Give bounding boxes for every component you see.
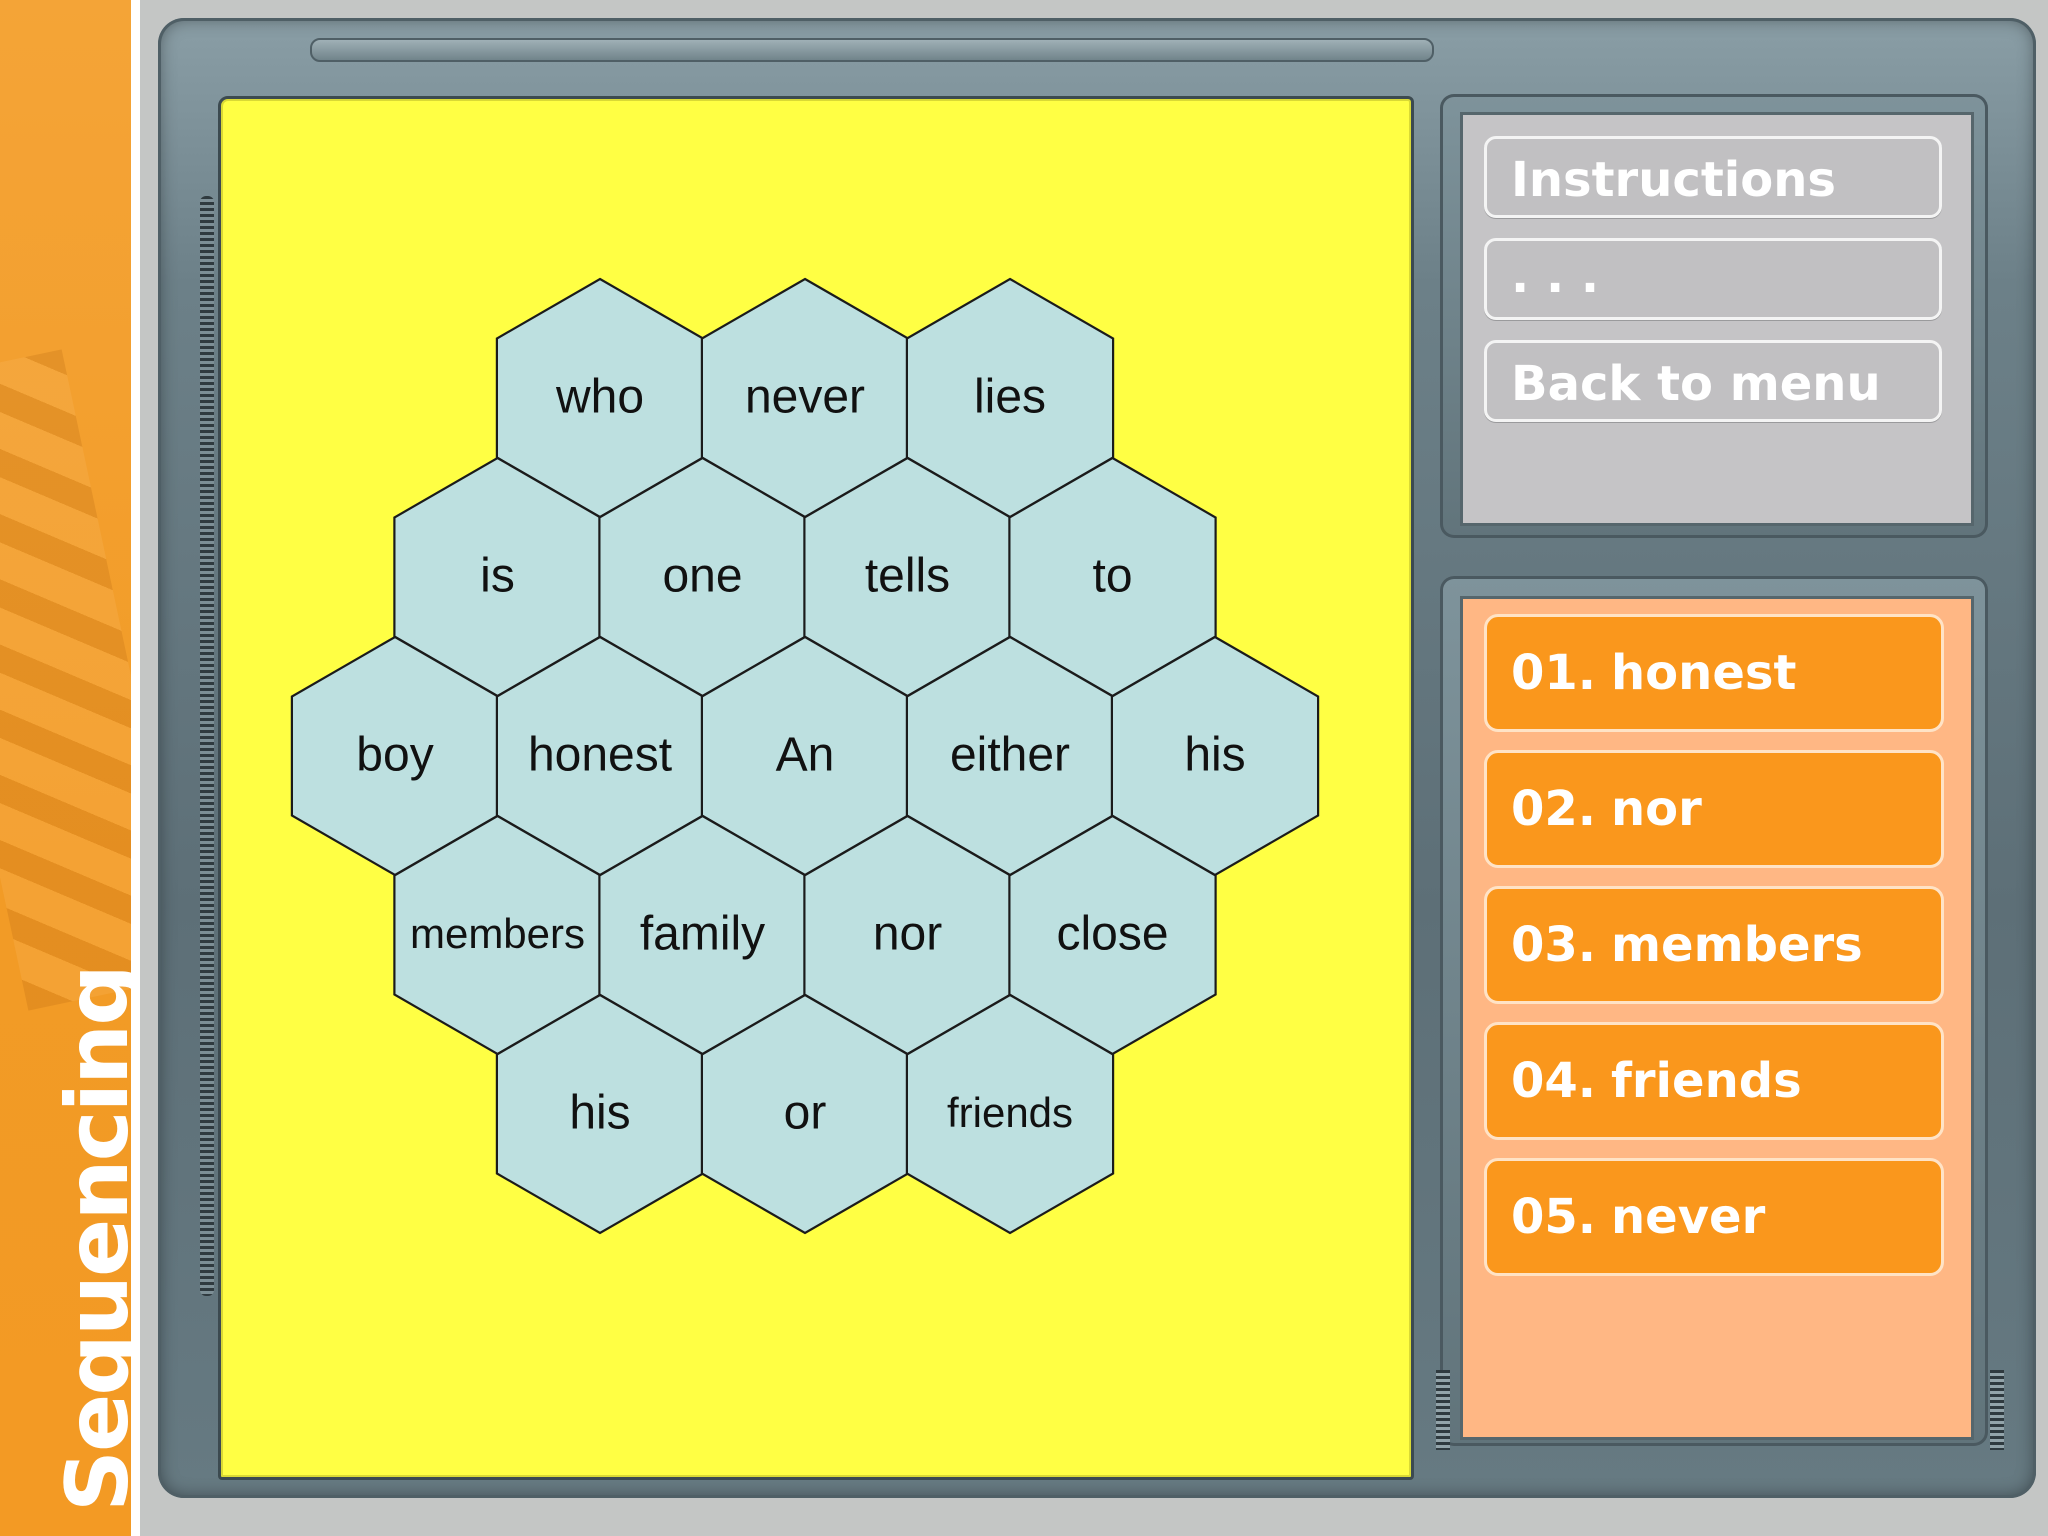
answer-number: 02. xyxy=(1511,781,1597,837)
answer-number: 04. xyxy=(1511,1053,1597,1109)
answer-word: never xyxy=(1611,1189,1766,1245)
frame-ridge xyxy=(200,196,214,1296)
answer-button[interactable]: 05. never xyxy=(1484,1158,1944,1276)
answer-button[interactable]: 02. nor xyxy=(1484,750,1944,868)
answer-word: members xyxy=(1611,917,1863,973)
answer-button[interactable]: 03. members xyxy=(1484,886,1944,1004)
side-strip: Sequencing xyxy=(0,0,131,1536)
more-options-button[interactable]: . . . xyxy=(1484,238,1942,320)
side-divider xyxy=(131,0,140,1536)
back-to-menu-button[interactable]: Back to menu xyxy=(1484,340,1942,422)
answer-number: 05. xyxy=(1511,1189,1597,1245)
answer-word: nor xyxy=(1611,781,1702,837)
hexagon-board: who never lies is one tells to boy honest An eithe… xyxy=(218,96,1414,1480)
answer-word: honest xyxy=(1611,645,1797,701)
frame-top-bar xyxy=(310,38,1434,62)
answer-word: friends xyxy=(1611,1053,1802,1109)
answer-number: 03. xyxy=(1511,917,1597,973)
instructions-button[interactable]: Instructions xyxy=(1484,136,1942,218)
game-screen: Sequencing who never lies is one tells to boy ho… xyxy=(0,0,2048,1536)
panel-ridge-right xyxy=(1990,1370,2004,1450)
panel-ridge-left xyxy=(1436,1370,1450,1450)
answer-button[interactable]: 01. honest xyxy=(1484,614,1944,732)
answer-button[interactable]: 04. friends xyxy=(1484,1022,1944,1140)
hexagon-grid: who never liesis one tells toboy honest An eithe… xyxy=(290,277,1320,1235)
answer-number: 01. xyxy=(1511,645,1597,701)
book-collage-decoration xyxy=(0,349,131,1011)
activity-title: Sequencing xyxy=(48,966,131,1512)
